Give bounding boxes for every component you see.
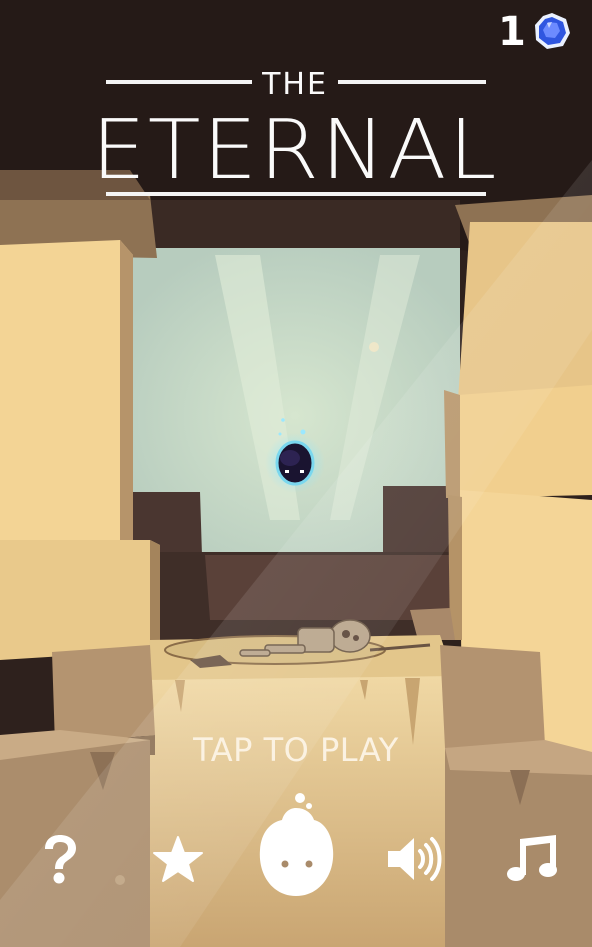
music-toggle-button[interactable] <box>506 833 560 883</box>
title-small-text: THE <box>262 67 328 102</box>
title-main-text: ETERNAL <box>91 103 499 198</box>
music-note-icon <box>507 835 557 881</box>
blue-gem-icon <box>535 13 570 49</box>
character-select-button[interactable] <box>254 790 338 902</box>
help-question-icon <box>45 835 76 884</box>
tap-to-play-prompt[interactable]: TAP TO PLAY <box>0 730 592 770</box>
help-button[interactable] <box>40 833 80 885</box>
game-title-logo: THE ETERNAL <box>91 67 497 202</box>
rate-star-button[interactable] <box>152 835 204 883</box>
gem-count: 1 <box>498 9 526 55</box>
sound-toggle-button[interactable] <box>386 835 442 883</box>
title-rule-bottom <box>106 192 486 196</box>
game-screen[interactable]: 1 THE ETERNAL TAP TO PLAY <box>0 0 592 947</box>
star-icon <box>153 836 203 882</box>
sound-speaker-icon <box>388 837 442 881</box>
character-skins-icon <box>259 793 334 896</box>
